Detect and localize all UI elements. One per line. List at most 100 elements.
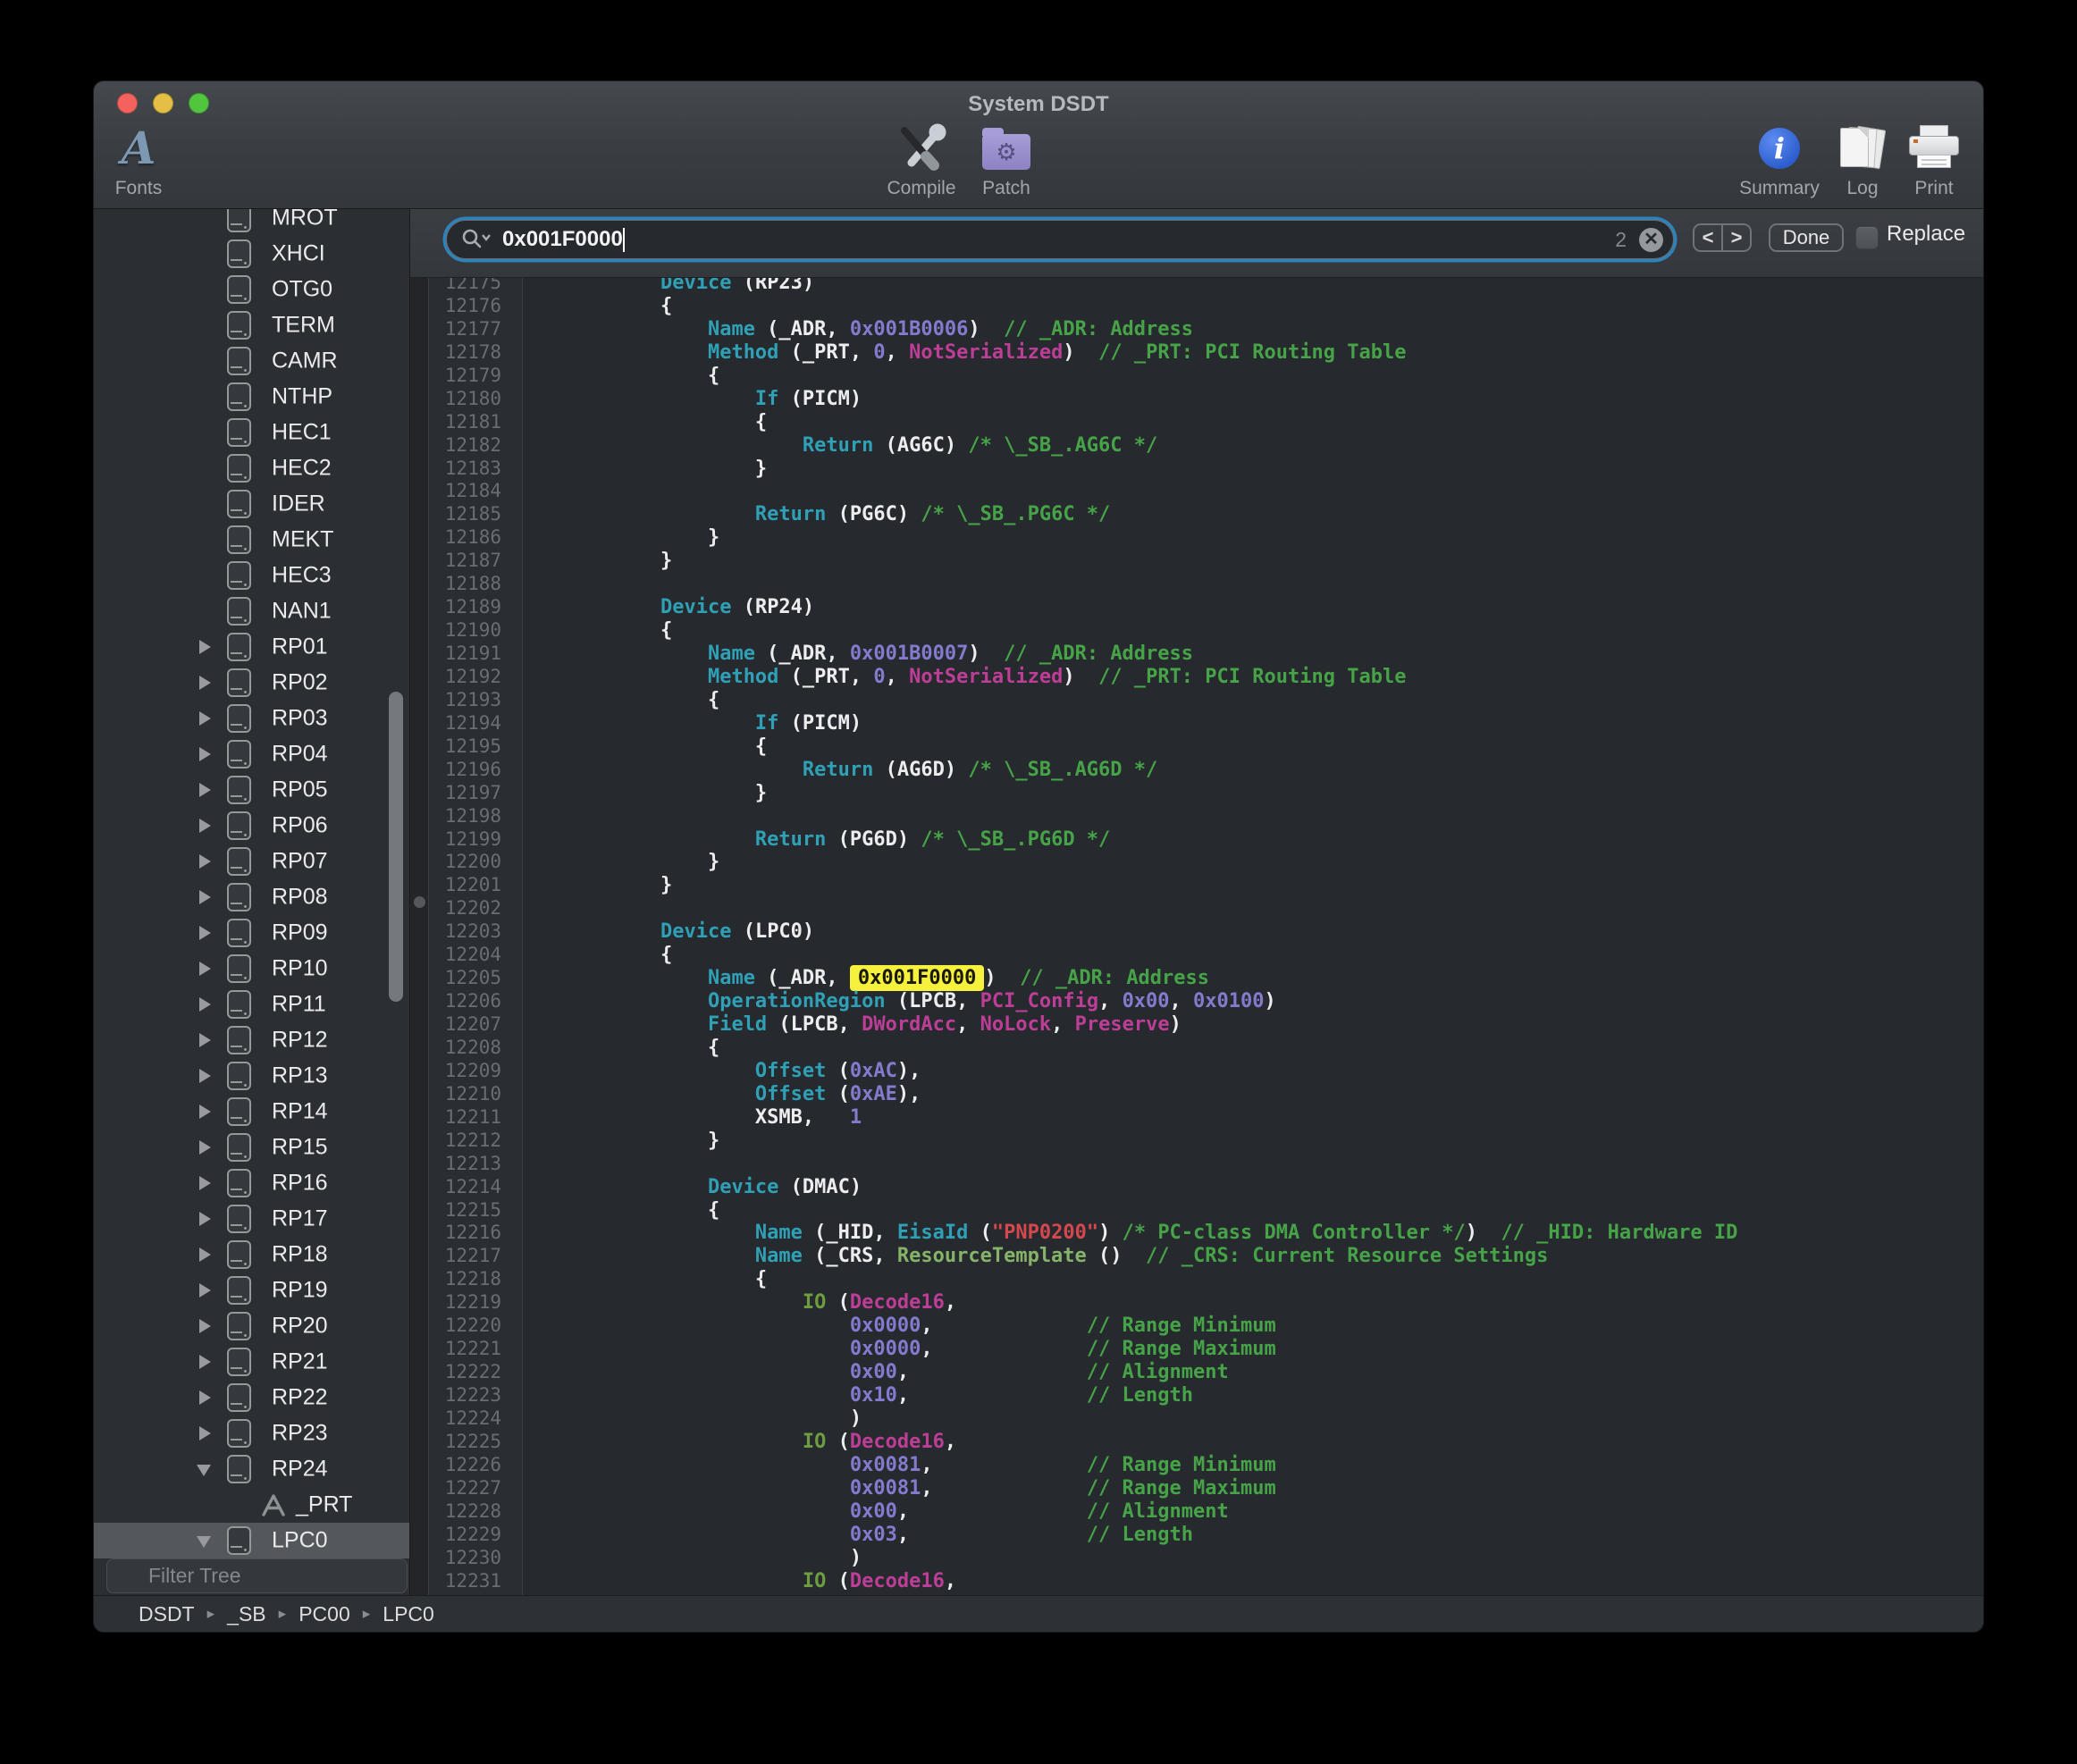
disclosure-collapsed-icon[interactable]: [199, 819, 211, 833]
disclosure-collapsed-icon[interactable]: [199, 854, 211, 869]
disclosure-collapsed-icon[interactable]: [199, 640, 211, 654]
disclosure-collapsed-icon[interactable]: [199, 1355, 211, 1369]
tree-item-rp24[interactable]: RP24: [94, 1451, 410, 1487]
line-number: 12218: [410, 1268, 523, 1291]
done-button[interactable]: Done: [1769, 223, 1844, 252]
tree-item-rp12[interactable]: RP12: [94, 1022, 410, 1058]
code-line: 12179 {: [410, 365, 1983, 388]
tree-item-rp14[interactable]: RP14: [94, 1094, 410, 1130]
tree-item-rp04[interactable]: RP04: [94, 736, 410, 772]
code-line: 12194 If (PICM): [410, 712, 1983, 735]
disclosure-collapsed-icon[interactable]: [199, 1176, 211, 1190]
code-line: 12226 0x0081, // Range Minimum: [410, 1454, 1983, 1477]
find-previous-button[interactable]: <: [1694, 225, 1723, 250]
line-number: 12211: [410, 1106, 523, 1130]
tree-item-term[interactable]: TERM: [94, 307, 410, 343]
tree-item-nan1[interactable]: NAN1: [94, 593, 410, 629]
tree-item-rp16[interactable]: RP16: [94, 1165, 410, 1201]
disclosure-collapsed-icon[interactable]: [199, 1212, 211, 1226]
tree-item-rp18[interactable]: RP18: [94, 1237, 410, 1273]
code-text: OperationRegion (LPCB, PCI_Config, 0x00,…: [523, 990, 1983, 1013]
disclosure-collapsed-icon[interactable]: [199, 1069, 211, 1083]
tree-item-rp06[interactable]: RP06: [94, 808, 410, 844]
patch-button[interactable]: ⚙ Patch: [935, 122, 1078, 199]
tree-item-hec1[interactable]: HEC1: [94, 415, 410, 450]
disclosure-collapsed-icon[interactable]: [199, 676, 211, 690]
breadcrumb-item-lpc0[interactable]: LPC0: [383, 1602, 434, 1626]
disclosure-collapsed-icon[interactable]: [199, 1426, 211, 1441]
device-icon: [227, 1062, 251, 1090]
device-icon: [227, 811, 251, 840]
code-editor[interactable]: 12175 Device (RP23)12176 {12177 Name (_A…: [410, 278, 1983, 1595]
tree-item-rp02[interactable]: RP02: [94, 665, 410, 701]
tree-item-rp01[interactable]: RP01: [94, 629, 410, 665]
tree-item-rp08[interactable]: RP08: [94, 879, 410, 915]
tree-item-rp07[interactable]: RP07: [94, 844, 410, 879]
device-icon: [227, 740, 251, 769]
tree-item-rp20[interactable]: RP20: [94, 1308, 410, 1344]
tree-item-rp19[interactable]: RP19: [94, 1273, 410, 1308]
search-query: 0x001F0000: [502, 227, 623, 252]
code-text: If (PICM): [523, 712, 1983, 735]
disclosure-collapsed-icon[interactable]: [199, 711, 211, 726]
code-line: 12209 Offset (0xAC),: [410, 1060, 1983, 1083]
disclosure-collapsed-icon[interactable]: [199, 1247, 211, 1262]
print-button[interactable]: Print: [1863, 122, 1984, 199]
tree-item-label: RP09: [272, 920, 328, 946]
tree-item-mrot[interactable]: MROT: [94, 209, 410, 236]
disclosure-collapsed-icon[interactable]: [199, 1390, 211, 1405]
tree-item-camr[interactable]: CAMR: [94, 343, 410, 379]
search-input[interactable]: 0x001F0000 2 ✕: [446, 220, 1674, 259]
disclosure-expanded-icon[interactable]: [197, 1536, 211, 1548]
tree-item-rp13[interactable]: RP13: [94, 1058, 410, 1094]
code-text: Method (_PRT, 0, NotSerialized) // _PRT:…: [523, 341, 1983, 365]
tree-item-xhci[interactable]: XHCI: [94, 236, 410, 272]
filter-tree-input[interactable]: [106, 1558, 408, 1593]
tree-item-nthp[interactable]: NTHP: [94, 379, 410, 415]
disclosure-collapsed-icon[interactable]: [199, 783, 211, 797]
tree-item-lpc0[interactable]: LPC0: [94, 1523, 410, 1558]
disclosure-collapsed-icon[interactable]: [199, 1140, 211, 1155]
tree-item-otg0[interactable]: OTG0: [94, 272, 410, 307]
disclosure-collapsed-icon[interactable]: [199, 962, 211, 976]
disclosure-collapsed-icon[interactable]: [199, 1105, 211, 1119]
disclosure-expanded-icon[interactable]: [197, 1465, 211, 1476]
tree-item-hec3[interactable]: HEC3: [94, 558, 410, 593]
disclosure-collapsed-icon[interactable]: [199, 1033, 211, 1047]
tree-item-rp09[interactable]: RP09: [94, 915, 410, 951]
tree-item-rp11[interactable]: RP11: [94, 987, 410, 1022]
breadcrumb-item-dsdt[interactable]: DSDT: [139, 1602, 195, 1626]
tree-item-rp10[interactable]: RP10: [94, 951, 410, 987]
disclosure-collapsed-icon[interactable]: [199, 926, 211, 940]
clear-search-button[interactable]: ✕: [1639, 228, 1663, 252]
breadcrumb-item-_sb[interactable]: _SB: [227, 1602, 265, 1626]
tree-item-rp15[interactable]: RP15: [94, 1130, 410, 1165]
disclosure-collapsed-icon[interactable]: [199, 890, 211, 904]
tree-item-rp22[interactable]: RP22: [94, 1380, 410, 1415]
tree-item-label: HEC1: [272, 420, 332, 446]
tree-item-rp17[interactable]: RP17: [94, 1201, 410, 1237]
line-number: 12205: [410, 967, 523, 990]
tree-item-label: HEC3: [272, 563, 332, 589]
breadcrumb-item-pc00[interactable]: PC00: [299, 1602, 350, 1626]
disclosure-collapsed-icon[interactable]: [199, 1319, 211, 1333]
disclosure-collapsed-icon[interactable]: [199, 747, 211, 761]
sidebar-scrollbar[interactable]: [389, 692, 403, 1002]
tree-item-mekt[interactable]: MEKT: [94, 522, 410, 558]
replace-checkbox[interactable]: [1855, 226, 1879, 249]
tree-item-rp21[interactable]: RP21: [94, 1344, 410, 1380]
disclosure-collapsed-icon[interactable]: [199, 1283, 211, 1298]
disclosure-collapsed-icon[interactable]: [199, 997, 211, 1012]
tree-item-_prt[interactable]: _PRT: [94, 1487, 410, 1523]
tree-item-rp23[interactable]: RP23: [94, 1415, 410, 1451]
tree-item-hec2[interactable]: HEC2: [94, 450, 410, 486]
code-text: {: [523, 1037, 1983, 1060]
find-next-button[interactable]: >: [1723, 225, 1750, 250]
tree-item-rp03[interactable]: RP03: [94, 701, 410, 736]
tree-item-rp05[interactable]: RP05: [94, 772, 410, 808]
line-number: 12193: [410, 689, 523, 712]
line-number: 12231: [410, 1570, 523, 1593]
tree-item-ider[interactable]: IDER: [94, 486, 410, 522]
fonts-button[interactable]: A Fonts: [93, 122, 210, 199]
code-line: 12202: [410, 897, 1983, 920]
